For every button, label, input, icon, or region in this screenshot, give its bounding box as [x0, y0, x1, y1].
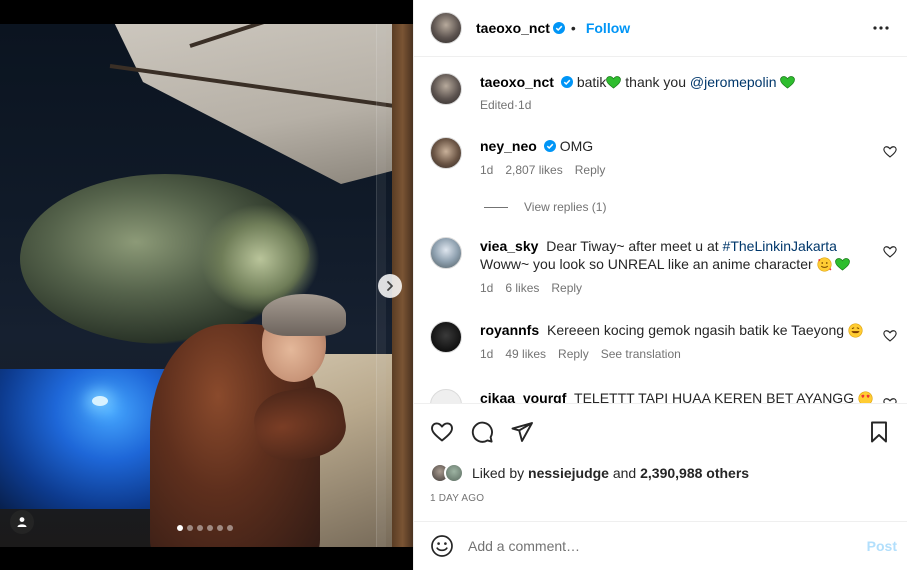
comment-row: cikaa_yourgf TELETTT TAPI HUAA KEREN BET…	[430, 389, 897, 403]
save-bookmark-icon[interactable]	[867, 420, 891, 444]
comment-reply-button[interactable]: Reply	[575, 161, 606, 179]
carousel-next-button[interactable]	[378, 274, 402, 298]
author-avatar[interactable]	[430, 12, 462, 44]
comment-input[interactable]	[468, 538, 867, 554]
carousel-dot	[187, 525, 193, 531]
heart-eyes-emoji-icon	[858, 391, 873, 403]
caption-row: taeoxo_nct batik thank you @jeromepolin …	[430, 73, 897, 114]
author-username[interactable]: taeoxo_nct	[476, 20, 550, 36]
comment-likes[interactable]: 49 likes	[505, 345, 546, 363]
comment-username[interactable]: cikaa_yourgf	[480, 390, 566, 403]
comment-time[interactable]: 1d	[480, 279, 493, 297]
caption-time: 1d	[518, 98, 532, 112]
more-horizontal-icon	[873, 26, 889, 30]
view-replies-label: View replies (1)	[524, 200, 607, 214]
comment-text: Kereeen kocing gemok ngasih batik ke Tae…	[547, 322, 845, 338]
caption-username[interactable]: taeoxo_nct	[480, 74, 554, 90]
caption-mention[interactable]: @jeromepolin	[690, 74, 777, 90]
green-heart-icon	[835, 258, 851, 271]
comment-username[interactable]: viea_sky	[480, 238, 538, 254]
comment-avatar[interactable]	[430, 237, 462, 269]
tagged-users-button[interactable]	[10, 510, 34, 534]
comment-text-line2: Woww~ you look so UNREAL like an anime c…	[480, 256, 813, 272]
share-paper-plane-icon[interactable]	[510, 420, 534, 444]
comment-likes[interactable]: 6 likes	[505, 279, 539, 297]
comment-avatar[interactable]	[430, 321, 462, 353]
comments-list[interactable]: taeoxo_nct batik thank you @jeromepolin …	[414, 57, 907, 403]
post-side-panel: taeoxo_nct • Follow taeoxo_nct batik tha…	[413, 0, 907, 570]
caption-edited: Edited	[480, 98, 515, 112]
smiling-hearts-emoji-icon	[817, 257, 832, 272]
comment-row: ney_neo OMG 1d 2,807 likes Reply	[430, 137, 897, 179]
photo-person-cap	[262, 294, 346, 336]
comment-bubble-icon[interactable]	[470, 420, 494, 444]
likes-user[interactable]: nessiejudge	[528, 465, 609, 481]
comment-hashtag[interactable]: #TheLinkinJakarta	[723, 238, 837, 254]
see-translation-button[interactable]: See translation	[601, 345, 681, 363]
caption-text-thanks: thank you	[621, 74, 690, 90]
caption-avatar[interactable]	[430, 73, 462, 105]
verified-badge-icon	[560, 76, 573, 88]
laughing-emoji-icon	[848, 323, 863, 338]
comment-avatar[interactable]	[430, 389, 462, 403]
carousel-indicator	[177, 525, 233, 531]
comment-reply-button[interactable]: Reply	[551, 279, 582, 297]
post-header: taeoxo_nct • Follow	[414, 0, 907, 57]
comment-username[interactable]: ney_neo	[480, 138, 537, 154]
carousel-dot	[207, 525, 213, 531]
comment-time[interactable]: 1d	[480, 161, 493, 179]
more-options-button[interactable]	[869, 16, 893, 40]
view-replies-line	[484, 206, 508, 208]
like-comment-heart-icon[interactable]	[883, 145, 897, 159]
user-icon	[17, 517, 27, 527]
post-date[interactable]: 1 day ago	[430, 493, 484, 504]
carousel-dot-active	[177, 525, 183, 531]
post-photo	[0, 24, 413, 547]
like-comment-heart-icon[interactable]	[883, 329, 897, 343]
comment-likes[interactable]: 2,807 likes	[505, 161, 562, 179]
comment-avatar[interactable]	[430, 137, 462, 169]
post-media	[0, 0, 413, 570]
verified-badge-icon	[543, 140, 556, 152]
follow-button[interactable]: Follow	[586, 20, 630, 36]
likes-summary: Liked by nessiejudge and 2,390,988 other…	[430, 459, 891, 487]
emoji-picker-icon[interactable]	[430, 534, 454, 558]
verified-badge-icon	[552, 22, 565, 34]
add-comment-bar: Post	[414, 521, 907, 570]
caption-text: batik	[576, 74, 607, 90]
comment-reply-button[interactable]: Reply	[558, 345, 589, 363]
comment-username[interactable]: royannfs	[480, 322, 539, 338]
green-heart-icon	[606, 76, 622, 89]
carousel-dot	[217, 525, 223, 531]
likes-middle: and	[608, 465, 641, 481]
view-replies-button[interactable]: View replies (1)	[484, 200, 606, 214]
comment-text: OMG	[559, 138, 594, 154]
chevron-right-icon	[387, 281, 393, 291]
like-heart-icon[interactable]	[430, 420, 454, 444]
liker-avatar[interactable]	[444, 463, 464, 483]
comment-text: Dear Tiway~ after meet u at	[546, 238, 723, 254]
carousel-dot	[197, 525, 203, 531]
comment-row: viea_sky Dear Tiway~ after meet u at #Th…	[430, 237, 897, 297]
likes-prefix: Liked by	[472, 465, 529, 481]
green-heart-icon	[780, 76, 796, 89]
header-separator: •	[570, 20, 576, 36]
comment-time[interactable]: 1d	[480, 345, 493, 363]
comment-row: royannfs Kereeen kocing gemok ngasih bat…	[430, 321, 897, 363]
post-actions-bar	[414, 403, 907, 459]
photo-pool-light	[92, 396, 108, 406]
carousel-dot	[227, 525, 233, 531]
like-comment-heart-icon[interactable]	[883, 245, 897, 259]
likes-count[interactable]: 2,390,988 others	[640, 465, 749, 481]
post-comment-button[interactable]: Post	[867, 538, 897, 554]
comment-text: TELETTT TAPI HUAA KEREN BET AYANGG	[574, 390, 855, 403]
